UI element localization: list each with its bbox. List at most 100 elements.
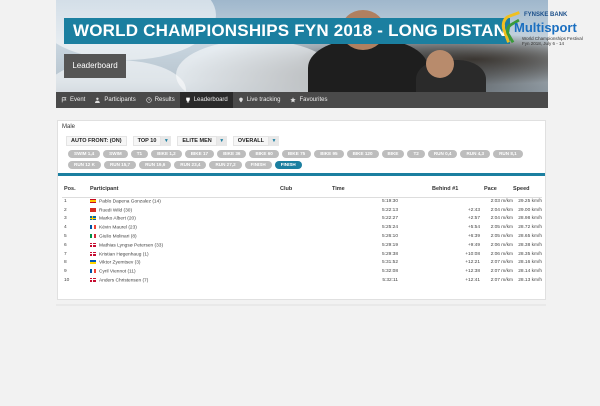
table-row[interactable]: 10 Anders Christensen (7) 5:32:11 +12:41 2:0… bbox=[62, 276, 542, 285]
logo-brand-text: Multisport bbox=[514, 20, 577, 35]
split-chip[interactable]: RUN 4,3 bbox=[460, 150, 491, 158]
top-select[interactable]: TOP 10 ▼ bbox=[132, 136, 172, 146]
row-pos: 9 bbox=[64, 269, 67, 275]
row-participant[interactable]: Mathias Lyngsø Petersen (33) bbox=[90, 241, 280, 250]
row-participant[interactable]: Kristian Høgenhaug (1) bbox=[90, 250, 280, 259]
row-participant[interactable]: Cyril Viennot (11) bbox=[90, 267, 280, 276]
tab-favourites[interactable]: Favourites bbox=[285, 92, 332, 108]
split-chip[interactable]: RUN 27,2 bbox=[209, 161, 242, 169]
tab-label: Participants bbox=[104, 97, 136, 103]
participant-name[interactable]: Cyril Viennot (11) bbox=[99, 269, 136, 274]
row-speed: 29.25 km/h bbox=[518, 199, 542, 205]
participant-name[interactable]: Pablo Dapena Gonzalez (14) bbox=[99, 199, 161, 204]
ranking-select[interactable]: OVERALL ▼ bbox=[232, 136, 280, 146]
header-participant[interactable]: Participant bbox=[90, 185, 280, 198]
tab-participants[interactable]: Participants bbox=[90, 92, 140, 108]
category-select[interactable]: ELITE MEN ▼ bbox=[177, 136, 227, 146]
split-chip[interactable]: BIKE 36 bbox=[217, 150, 247, 158]
row-participant[interactable]: Kévin Maurel (23) bbox=[90, 223, 280, 232]
row-behind: +5:54 bbox=[467, 225, 480, 231]
split-chip[interactable]: RUN 12 K bbox=[68, 161, 101, 169]
split-chip[interactable]: SWIM 1,4 bbox=[68, 150, 101, 158]
tab-event[interactable]: Event bbox=[56, 92, 90, 108]
row-participant[interactable]: Viktor Zyemtsev (3) bbox=[90, 259, 280, 268]
split-chip[interactable]: RUN 19,6 bbox=[139, 161, 172, 169]
participant-name[interactable]: Marko Albert (20) bbox=[99, 217, 136, 222]
table-row[interactable]: 6 Mathias Lyngsø Petersen (33) 5:29:19 +9:4… bbox=[62, 241, 542, 250]
split-chip[interactable]: RUN 0,4 bbox=[427, 150, 458, 158]
split-chip[interactable]: RUN 8,1 bbox=[493, 150, 523, 158]
split-chip[interactable]: BIKE 120 bbox=[346, 150, 379, 158]
row-time: 5:29:38 bbox=[381, 251, 398, 257]
split-chip[interactable]: BIKE 1,2 bbox=[151, 150, 182, 158]
auto-front-toggle[interactable]: AUTO FRONT: (ON) bbox=[66, 136, 127, 146]
table-row[interactable]: 4 Kévin Maurel (23) 5:25:24 +5:54 2:05 m/km 2… bbox=[62, 223, 542, 232]
row-behind: +9:49 bbox=[467, 242, 480, 248]
country-flag-icon bbox=[90, 233, 96, 238]
row-behind: +12:21 bbox=[465, 260, 480, 266]
row-time: 5:22:27 bbox=[381, 216, 398, 222]
tab-label: Favourites bbox=[299, 97, 328, 103]
row-participant[interactable]: Pablo Dapena Gonzalez (14) bbox=[90, 197, 280, 206]
split-chip[interactable]: BIKE 75 bbox=[281, 150, 312, 158]
split-chip[interactable]: RUN 15,7 bbox=[103, 161, 137, 169]
participant-name[interactable]: Anders Christensen (7) bbox=[99, 278, 148, 283]
row-participant[interactable]: Giulio Molinari (8) bbox=[90, 232, 280, 241]
header-pos[interactable]: Pos. bbox=[62, 185, 90, 198]
filter-bar: AUTO FRONT: (ON) TOP 10 ▼ ELITE MEN ▼ OV… bbox=[66, 136, 280, 146]
table-row[interactable]: 3 Marko Albert (20) 5:22:27 +2:57 2:04 m/km 2… bbox=[62, 215, 542, 224]
table-row[interactable]: 2 Ruedi Wild (30) 5:22:13 +2:43 2:04 m/km 29.… bbox=[62, 206, 542, 215]
participant-name[interactable]: Viktor Zyemtsev (3) bbox=[99, 261, 141, 266]
split-chip[interactable]: SWIM bbox=[103, 150, 128, 158]
table-row[interactable]: 1 Pablo Dapena Gonzalez (14) 5:19:30 2:03 m… bbox=[62, 197, 542, 206]
country-flag-icon bbox=[90, 199, 96, 204]
row-club bbox=[280, 232, 332, 241]
split-chips: SWIM 1,4 SWIM T1 BIKE 1,2 BIKE 17 BIKE 36 BIKE… bbox=[68, 150, 538, 169]
row-time: 5:29:19 bbox=[381, 242, 398, 248]
tab-results[interactable]: Results bbox=[141, 92, 180, 108]
country-flag-icon bbox=[90, 251, 96, 256]
row-time: 5:26:10 bbox=[381, 234, 398, 240]
row-speed: 28.72 km/h bbox=[518, 225, 542, 231]
header-time[interactable]: Time bbox=[332, 185, 432, 198]
row-behind: +2:57 bbox=[467, 216, 480, 222]
participant-name[interactable]: Kristian Høgenhaug (1) bbox=[99, 252, 149, 257]
table-row[interactable]: 5 Giulio Molinari (8) 5:26:10 +6:39 2:05 m/k… bbox=[62, 232, 542, 241]
row-speed: 28.16 km/h bbox=[518, 260, 542, 266]
participant-name[interactable]: Giulio Molinari (8) bbox=[99, 234, 137, 239]
split-chip[interactable]: BIKE bbox=[381, 150, 405, 158]
table-header-row: Pos. Participant Club Time Behind #1 Pac… bbox=[62, 185, 542, 198]
row-participant[interactable]: Marko Albert (20) bbox=[90, 215, 280, 224]
participant-name[interactable]: Ruedi Wild (30) bbox=[99, 208, 132, 213]
header-pace[interactable]: Pace bbox=[484, 185, 513, 198]
split-chip[interactable]: T1 bbox=[130, 150, 149, 158]
row-speed: 28.65 km/h bbox=[518, 234, 542, 240]
table-row[interactable]: 8 Viktor Zyemtsev (3) 5:31:52 +12:21 2:07 m/… bbox=[62, 259, 542, 268]
row-club bbox=[280, 259, 332, 268]
country-flag-icon bbox=[90, 216, 96, 221]
participant-name[interactable]: Kévin Maurel (23) bbox=[99, 225, 137, 230]
row-participant[interactable]: Ruedi Wild (30) bbox=[90, 206, 280, 215]
split-chip[interactable]: BIKE 60 bbox=[249, 150, 279, 158]
header-behind[interactable]: Behind #1 bbox=[432, 185, 484, 198]
header-club[interactable]: Club bbox=[280, 185, 332, 198]
split-chip[interactable]: T2 bbox=[407, 150, 425, 158]
row-participant[interactable]: Anders Christensen (7) bbox=[90, 276, 280, 285]
split-chip[interactable]: BIKE 17 bbox=[184, 150, 215, 158]
split-chip[interactable]: FINISH bbox=[244, 161, 272, 169]
tab-leaderboard[interactable]: Leaderboard bbox=[179, 92, 233, 108]
table-row[interactable]: 9 Cyril Viennot (11) 5:32:08 +12:38 2:07 m/k… bbox=[62, 267, 542, 276]
flag-icon bbox=[61, 97, 67, 103]
header-speed[interactable]: Speed bbox=[513, 185, 542, 198]
row-time: 5:19:30 bbox=[381, 199, 398, 205]
row-club bbox=[280, 241, 332, 250]
row-pos: 1 bbox=[64, 199, 67, 205]
participant-name[interactable]: Mathias Lyngsø Petersen (33) bbox=[99, 243, 163, 248]
split-chip[interactable]: FINISH bbox=[274, 161, 302, 169]
leaderboard-panel: Male AUTO FRONT: (ON) TOP 10 ▼ ELITE MEN… bbox=[57, 120, 546, 300]
split-chip[interactable]: RUN 23,4 bbox=[174, 161, 207, 169]
tab-live-tracking[interactable]: Live tracking bbox=[233, 92, 286, 108]
row-pos: 4 bbox=[64, 225, 67, 231]
table-row[interactable]: 7 Kristian Høgenhaug (1) 5:29:38 +10:08 2:06… bbox=[62, 250, 542, 259]
split-chip[interactable]: BIKE 95 bbox=[314, 150, 344, 158]
